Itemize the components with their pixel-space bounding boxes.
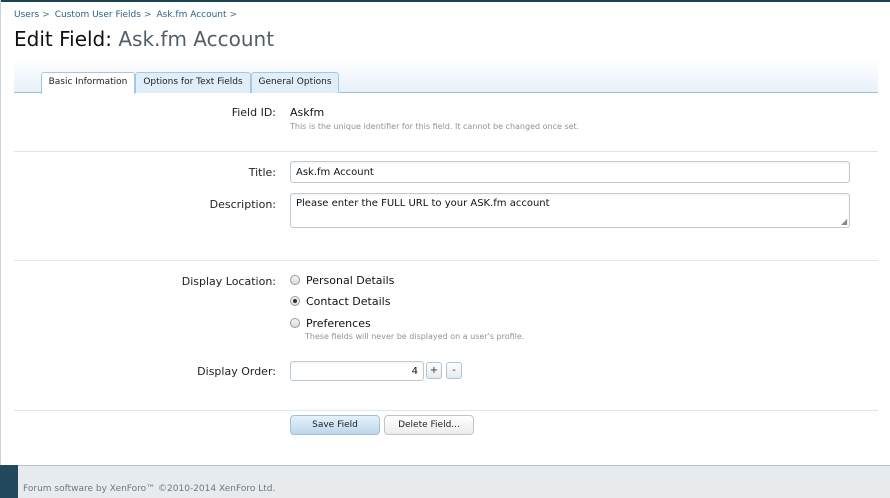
footer-copyright: Forum software by XenForo™ ©2010-2014 Xe… — [23, 484, 276, 494]
field-id-label: Field ID: — [231, 106, 276, 119]
radio-label-contact-details: Contact Details — [306, 294, 391, 308]
description-textarea[interactable]: Please enter the FULL URL to your ASK.fm… — [290, 193, 850, 228]
preferences-hint: These fields will never be displayed on … — [305, 332, 525, 341]
breadcrumb-custom-user-fields[interactable]: Custom User Fields — [55, 10, 141, 20]
radio-checked-icon[interactable] — [290, 296, 300, 306]
title-label: Title: — [248, 166, 276, 179]
radio-contact-details[interactable]: Contact Details — [290, 294, 390, 308]
breadcrumb-separator: > — [229, 10, 238, 20]
radio-unchecked-icon[interactable] — [290, 275, 300, 285]
page-title-field-name: Ask.fm Account — [118, 27, 275, 51]
display-order-input[interactable] — [290, 361, 424, 381]
radio-unchecked-icon[interactable] — [290, 318, 300, 328]
breadcrumb-separator: > — [143, 10, 152, 20]
footer-sidebar-block — [0, 465, 18, 498]
breadcrumb-separator: > — [42, 10, 50, 20]
breadcrumb-current-field[interactable]: Ask.fm Account — [156, 10, 226, 20]
increment-button[interactable]: + — [426, 362, 442, 379]
breadcrumb-users[interactable]: Users — [14, 10, 39, 20]
top-border — [0, 0, 890, 2]
page-title: Edit Field: Ask.fm Account — [14, 27, 274, 51]
section-divider — [14, 410, 878, 411]
breadcrumb: Users > Custom User Fields > Ask.fm Account > — [14, 10, 242, 20]
radio-label-personal-details: Personal Details — [306, 273, 395, 287]
title-input[interactable] — [290, 161, 850, 183]
delete-field-button[interactable]: Delete Field... — [384, 415, 474, 435]
tab-general-options[interactable]: General Options — [251, 72, 339, 93]
tabs-bar: Basic Information Options for Text Field… — [14, 59, 878, 94]
radio-label-preferences: Preferences — [306, 316, 371, 330]
save-field-button[interactable]: Save Field — [290, 415, 380, 435]
radio-preferences[interactable]: Preferences — [290, 316, 371, 330]
tab-options-for-text-fields[interactable]: Options for Text Fields — [135, 72, 251, 93]
section-divider — [14, 151, 878, 152]
decrement-button[interactable]: - — [446, 362, 462, 379]
field-id-value: Askfm — [290, 106, 325, 119]
resize-handle-icon[interactable]: ◢ — [841, 218, 849, 226]
section-divider — [14, 260, 878, 261]
description-label: Description: — [209, 198, 276, 211]
field-id-hint: This is the unique identifier for this f… — [290, 122, 580, 131]
display-location-label: Display Location: — [181, 275, 276, 288]
radio-personal-details[interactable]: Personal Details — [290, 273, 394, 287]
left-border — [0, 0, 1, 466]
page-title-prefix: Edit Field: — [14, 27, 112, 51]
tab-basic-information[interactable]: Basic Information — [41, 72, 135, 94]
display-order-label: Display Order: — [197, 365, 276, 378]
